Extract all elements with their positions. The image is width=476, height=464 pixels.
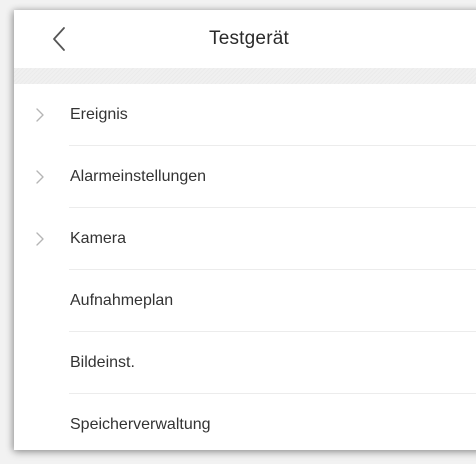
list-item-ereignis[interactable]: Ereignis (14, 84, 476, 146)
list-item-label: Kamera (70, 230, 127, 247)
chevron-right-icon (36, 170, 44, 184)
list-item-label: Aufnahmeplan (70, 292, 174, 309)
list-item-label: Bildeinst. (70, 354, 135, 371)
list-item-aufnahmeplan[interactable]: Aufnahmeplan (14, 270, 476, 332)
settings-list: Ereignis Alarmeinstellungen Kamera Aufna… (14, 84, 476, 450)
chevron-left-icon (53, 27, 65, 51)
list-item-speicherverwaltung[interactable]: Speicherverwaltung (14, 394, 476, 450)
section-spacer (14, 68, 476, 84)
list-item-bildeinst[interactable]: Bildeinst. (14, 332, 476, 394)
list-item-kamera[interactable]: Kamera (14, 208, 476, 270)
chevron-right-icon (36, 108, 44, 122)
settings-panel: Testgerät Ereignis Alarmeinstellungen Ka… (14, 10, 476, 450)
back-button[interactable] (48, 24, 70, 54)
list-item-label: Speicherverwaltung (70, 416, 211, 433)
screen: Testgerät Ereignis Alarmeinstellungen Ka… (0, 0, 476, 464)
page-title: Testgerät (209, 28, 289, 49)
list-item-label: Ereignis (70, 106, 128, 123)
header-bar: Testgerät (14, 10, 476, 68)
chevron-right-icon (36, 232, 44, 246)
list-item-alarmeinstellungen[interactable]: Alarmeinstellungen (14, 146, 476, 208)
list-item-label: Alarmeinstellungen (70, 168, 207, 185)
